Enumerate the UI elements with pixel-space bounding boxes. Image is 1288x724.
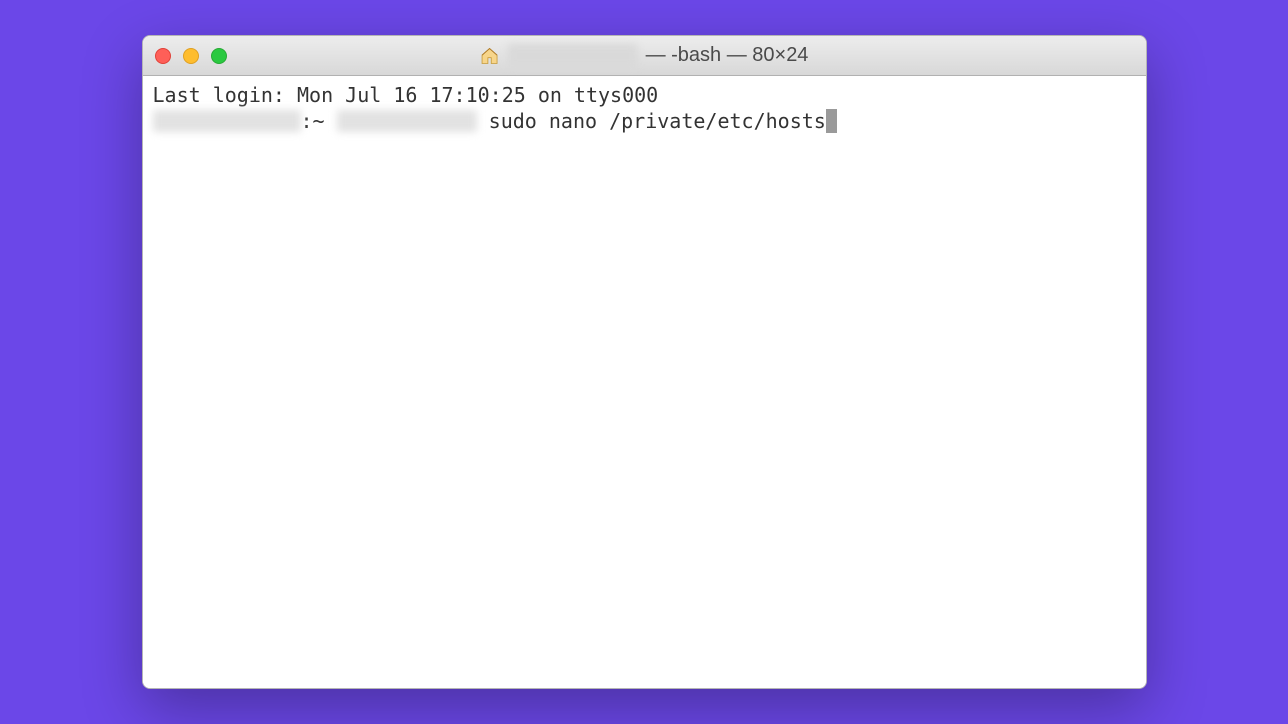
home-icon [480,46,500,66]
terminal-window: — -bash — 80×24 Last login: Mon Jul 16 1… [142,35,1147,689]
last-login-text: Last login: Mon Jul 16 17:10:25 on ttys0… [153,82,659,108]
hostname-redacted [153,110,301,132]
maximize-button[interactable] [211,48,227,64]
minimize-button[interactable] [183,48,199,64]
username-redacted [337,110,477,132]
titlebar: — -bash — 80×24 [143,36,1146,76]
prompt-line: :~ sudo nano /private/etc/hosts [153,108,1136,134]
last-login-line: Last login: Mon Jul 16 17:10:25 on ttys0… [153,82,1136,108]
prompt-separator: :~ [301,108,337,134]
window-title-redacted [508,44,638,68]
window-title: — -bash — 80×24 [480,44,809,68]
traffic-lights [155,48,227,64]
terminal-body[interactable]: Last login: Mon Jul 16 17:10:25 on ttys0… [143,76,1146,688]
cursor [826,109,837,133]
command-text: sudo nano /private/etc/hosts [477,108,826,134]
window-title-suffix: — -bash — 80×24 [646,44,809,67]
close-button[interactable] [155,48,171,64]
